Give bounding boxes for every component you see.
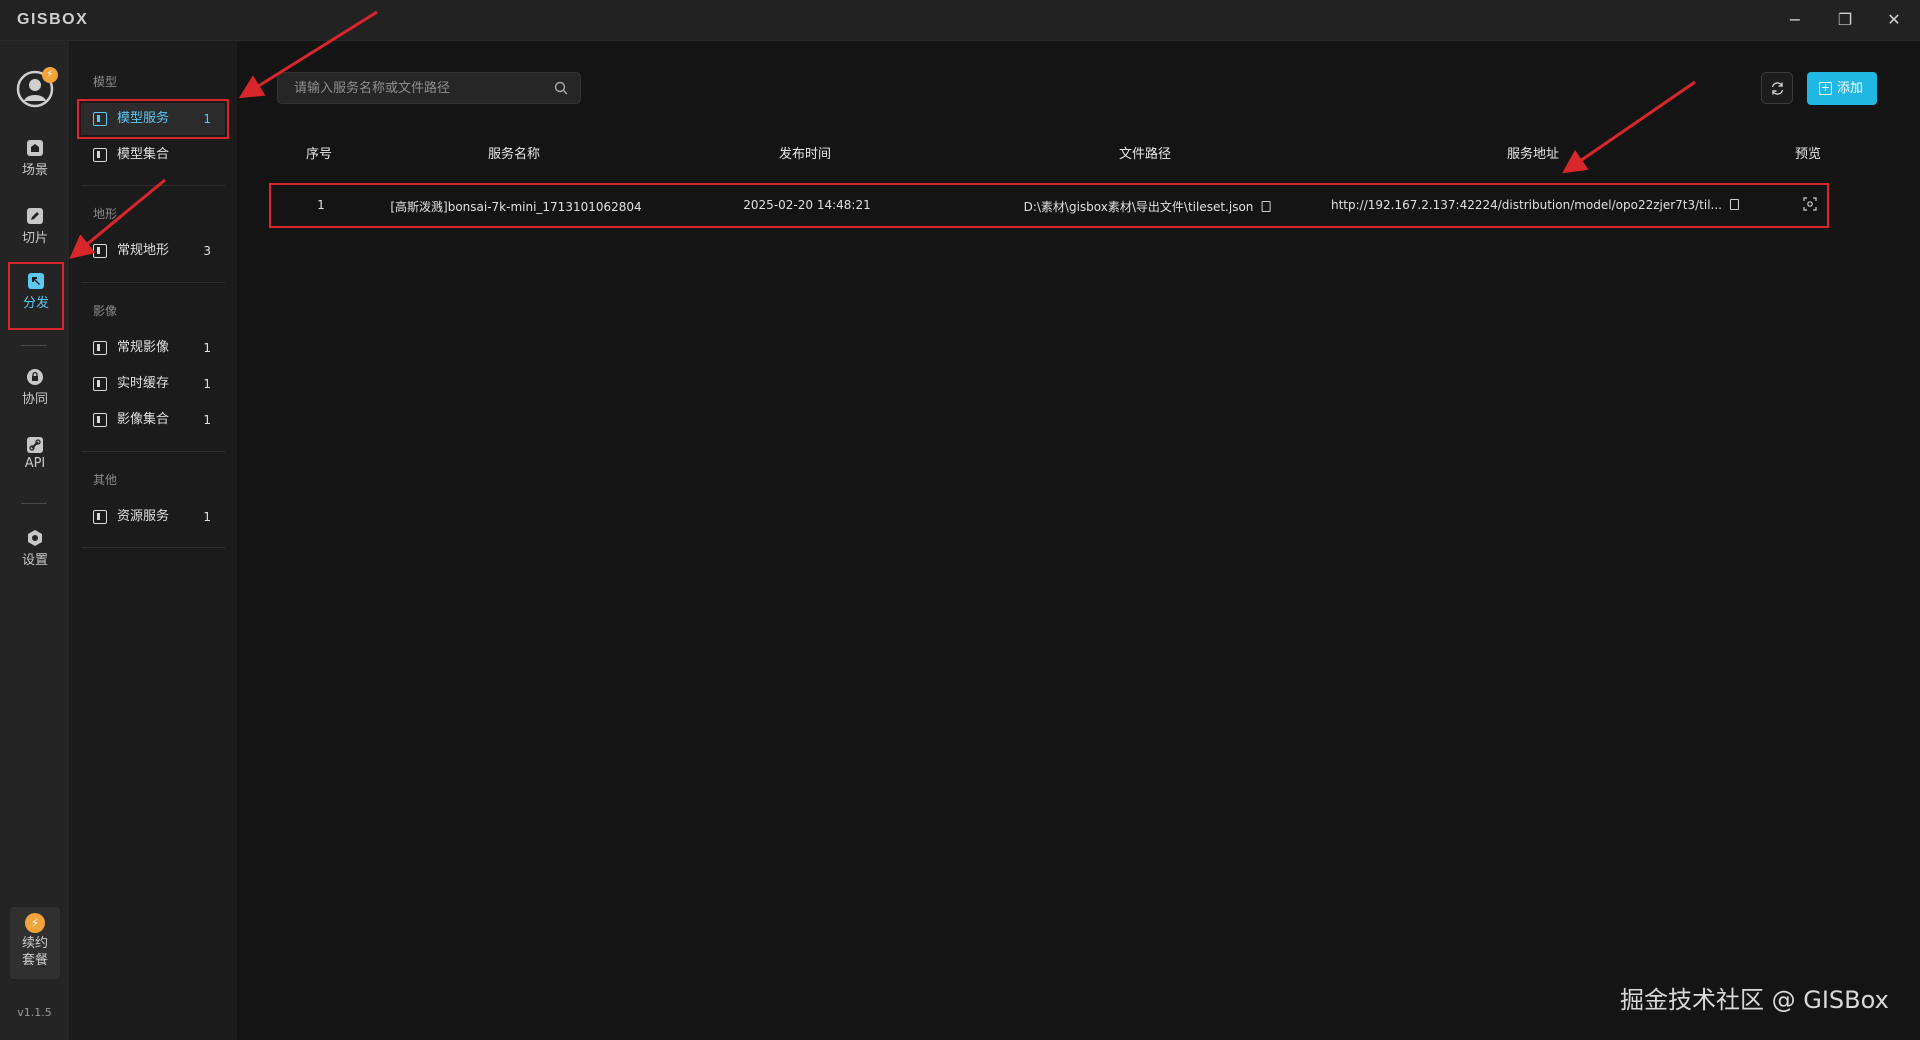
group-divider [81, 282, 225, 283]
watermark: 掘金技术社区 @ GISBox [1620, 986, 1889, 1014]
sub-item-resource-service[interactable]: 资源服务 1 [81, 501, 225, 533]
rail-item-label: API [24, 456, 46, 471]
sub-item-label: 实时缓存 [117, 376, 170, 391]
close-button[interactable]: ✕ [1877, 8, 1911, 32]
copy-url-icon[interactable] [1730, 199, 1740, 210]
group-divider [81, 547, 225, 548]
rail-item-slice[interactable]: 切片 [9, 207, 61, 267]
renew-label-line2: 套餐 [21, 953, 48, 968]
renew-plan-button[interactable]: ⚡ 续约 套餐 [10, 907, 60, 979]
rail-item-label: 场景 [21, 163, 48, 178]
column-header-time: 发布时间 [778, 147, 832, 162]
sub-item-label: 模型集合 [117, 147, 170, 162]
secondary-nav: 模型 模型服务 1 模型集合 地形 常规地形 3 影像 常规影像 1 实时缓存 … [69, 41, 237, 1040]
distribute-icon [28, 273, 44, 289]
table-row[interactable]: 1 [高斯泼溅]bonsai-7k-mini_1713101062804 202… [269, 183, 1829, 228]
sub-item-count: 1 [203, 341, 211, 355]
restore-button[interactable]: ❐ [1828, 8, 1862, 32]
rail-divider [21, 345, 47, 346]
app-version: v1.1.5 [17, 1006, 52, 1019]
group-title-other: 其他 [93, 473, 118, 487]
column-header-preview: 预览 [1794, 147, 1822, 162]
sub-item-count: 1 [203, 377, 211, 391]
sub-item-terrain[interactable]: 常规地形 3 [81, 235, 225, 267]
primary-nav-rail: ⚡ 场景 切片 分发 协同 API 设置 ⚡ 续约 套餐 v1.1.5 [0, 41, 69, 1040]
rail-item-scene[interactable]: 场景 [9, 139, 61, 199]
sub-item-count: 1 [203, 112, 211, 126]
main-content: + 添加 序号 服务名称 发布时间 文件路径 服务地址 预览 1 [高斯泼溅]b… [237, 41, 1920, 1040]
sub-item-imagery-collection[interactable]: 影像集合 1 [81, 404, 225, 436]
model-collection-icon [93, 148, 107, 162]
search-box [277, 72, 581, 104]
rail-item-distribute[interactable]: 分发 [8, 262, 64, 330]
column-header-path: 文件路径 [1118, 147, 1172, 162]
sub-item-count: 3 [203, 244, 211, 258]
refresh-button[interactable] [1761, 72, 1793, 104]
cell-time: 2025-02-20 14:48:21 [743, 198, 871, 212]
lightning-icon: ⚡ [25, 913, 45, 933]
rail-item-label: 分发 [22, 296, 49, 311]
refresh-icon [1771, 82, 1784, 95]
column-header-url: 服务地址 [1506, 147, 1560, 162]
imagery-collection-icon [93, 413, 107, 427]
cell-index: 1 [317, 198, 325, 212]
group-title-model: 模型 [93, 75, 118, 89]
sub-item-realtime-cache[interactable]: 实时缓存 1 [81, 368, 225, 400]
sub-item-label: 常规地形 [117, 243, 170, 258]
cell-path-text: D:\素材\gisbox素材\导出文件\tileset.json [1023, 200, 1254, 214]
model-service-icon [93, 112, 107, 126]
sub-item-label: 模型服务 [117, 111, 170, 126]
column-header-name: 服务名称 [487, 147, 541, 162]
group-divider [81, 185, 225, 186]
cell-path: D:\素材\gisbox素材\导出文件\tileset.json [1024, 198, 1271, 215]
sub-item-model-collection[interactable]: 模型集合 [81, 139, 225, 171]
rail-item-label: 切片 [21, 231, 48, 246]
link-icon [27, 437, 43, 453]
cache-icon [93, 377, 107, 391]
column-header-index: 序号 [305, 147, 333, 162]
group-title-terrain: 地形 [93, 207, 118, 221]
lock-icon [27, 369, 43, 385]
imagery-icon [93, 341, 107, 355]
sub-item-count: 1 [203, 510, 211, 524]
rail-item-collab[interactable]: 协同 [9, 368, 61, 428]
copy-path-icon[interactable] [1261, 201, 1271, 212]
group-divider [81, 451, 225, 452]
app-logo: GISBOX [17, 11, 89, 28]
sub-item-label: 影像集合 [117, 412, 170, 427]
sub-item-model-service[interactable]: 模型服务 1 [77, 99, 229, 139]
lightning-badge-icon: ⚡ [42, 67, 58, 83]
renew-label-line1: 续约 [21, 936, 48, 951]
search-input[interactable] [292, 73, 542, 103]
search-icon[interactable] [554, 81, 568, 95]
plus-icon: + [1819, 81, 1832, 95]
cell-name: [高斯泼溅]bonsai-7k-mini_1713101062804 [390, 200, 642, 214]
rail-item-settings[interactable]: 设置 [9, 529, 61, 589]
resource-icon [93, 510, 107, 524]
add-button[interactable]: + 添加 [1807, 72, 1877, 105]
sub-item-count: 1 [203, 413, 211, 427]
edit-icon [27, 208, 43, 224]
group-title-imagery: 影像 [93, 304, 118, 318]
rail-divider [21, 503, 47, 504]
cell-url: http://192.167.2.137:42224/distribution/… [1331, 198, 1740, 212]
sub-item-label: 常规影像 [117, 340, 170, 355]
minimize-button[interactable]: − [1778, 8, 1812, 32]
gear-icon [28, 530, 42, 546]
rail-item-api[interactable]: API [9, 436, 61, 496]
cell-url-text[interactable]: http://192.167.2.137:42224/distribution/… [1331, 198, 1722, 212]
preview-icon[interactable] [1803, 197, 1817, 211]
sub-item-imagery[interactable]: 常规影像 1 [81, 332, 225, 364]
sub-item-label: 资源服务 [117, 509, 170, 524]
rail-item-label: 协同 [21, 392, 48, 407]
title-bar: GISBOX − ❐ ✕ [0, 0, 1920, 41]
add-button-label: 添加 [1837, 81, 1864, 96]
terrain-icon [93, 244, 107, 258]
user-avatar[interactable]: ⚡ [16, 67, 58, 108]
rail-item-label: 设置 [21, 553, 48, 568]
home-icon [27, 140, 43, 156]
